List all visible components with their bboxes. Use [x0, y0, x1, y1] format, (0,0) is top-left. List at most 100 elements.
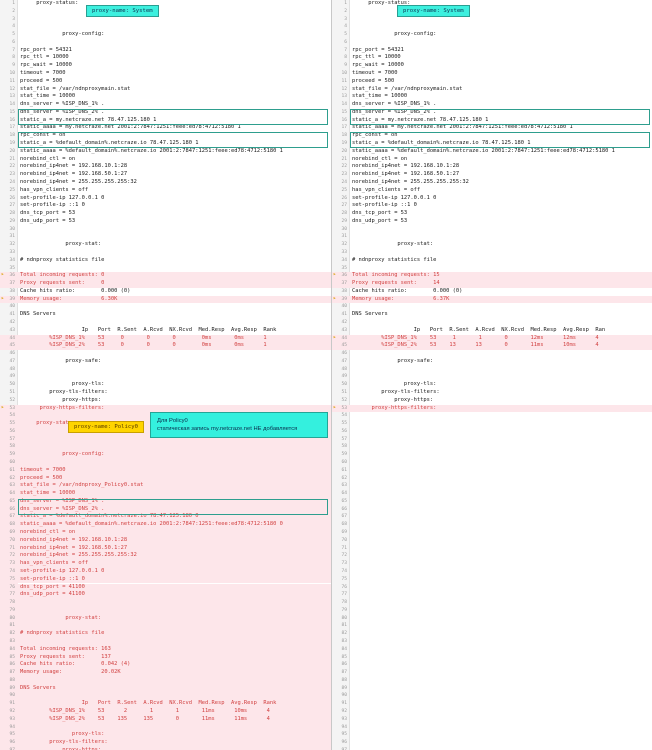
left-code-line: 71 norebind_ip4net = 192.168.50.1:27 — [0, 544, 331, 553]
line-number: 71 — [0, 544, 18, 553]
line-number: 81 — [341, 623, 347, 629]
right-code-line: 86 — [332, 661, 652, 669]
line-number: 59 — [341, 452, 347, 458]
right-code-line: 79 — [332, 607, 652, 615]
line-text: norebind_ip4net = 192.168.50.1:27 — [20, 171, 128, 178]
line-text: norebind_ctl = on — [352, 155, 408, 162]
left-code-line: 58 — [0, 443, 331, 452]
line-number: 25 — [9, 187, 15, 193]
left-code-line: 2 — [0, 8, 331, 16]
line-number: 40 — [341, 304, 347, 310]
line-number: 21 — [9, 156, 15, 162]
annotation-note-line1: Для Policy0 — [157, 418, 188, 424]
diff-marker-icon[interactable]: ➤ — [1, 296, 7, 302]
right-code-line: 28 dns_tcp_port = 53 — [332, 210, 652, 218]
line-text: set-profile-ip ::1 0 — [352, 202, 417, 209]
line-number: 90 — [0, 692, 18, 701]
left-code-line: 48 — [0, 366, 331, 374]
right-code-line: 3 — [332, 16, 652, 24]
left-code-line: 3 — [0, 16, 331, 24]
diff-marker-icon[interactable]: ➤ — [333, 296, 339, 302]
line-number: 93 — [0, 715, 18, 724]
line-text: set-profile-ip 127.0.0.1 0 — [20, 567, 105, 574]
left-code-line: 61 timeout = 7000 — [0, 466, 331, 475]
line-number: 68 — [341, 522, 347, 528]
line-number: 62 — [341, 475, 347, 481]
left-code-line: 20 static_aaaa = %default_domain%.netcraz… — [0, 148, 331, 156]
right-code-line: 8 rpc_ttl = 10000 — [332, 54, 652, 62]
line-number: 52 — [341, 397, 347, 403]
line-text: proxy-config: — [20, 451, 105, 458]
left-code-line: 44 %ISP_DNS_1% 53 0 0 0 0ms 0ms 1 — [0, 334, 331, 343]
line-number: 38 — [341, 288, 347, 294]
right-code-line: 5 proxy-config: — [332, 31, 652, 39]
left-code-line: 95 proxy-tls: — [0, 731, 331, 740]
right-code-line: 89 — [332, 685, 652, 693]
line-number: 61 — [341, 467, 347, 473]
line-number: 55 — [341, 421, 347, 427]
diff-marker-icon[interactable]: ➤ — [333, 273, 339, 278]
line-text: Proxy requests sent: 137 — [20, 653, 111, 660]
line-number: 58 — [341, 444, 347, 450]
line-text: norebind_ip4net = 255.255.255.255:32 — [352, 178, 469, 185]
line-text: Proxy requests sent: 0 — [20, 280, 105, 287]
line-number: 70 — [0, 536, 18, 545]
left-code-line: 41 DNS Servers — [0, 311, 331, 319]
line-text: Memory usage: 20.02K — [20, 669, 121, 676]
right-code-line: 23 norebind_ip4net = 192.168.50.1:27 — [332, 171, 652, 179]
line-text: dns_udp_port = 53 — [352, 217, 408, 224]
line-number: 75 — [0, 575, 18, 584]
line-text: norebind_ctl = on — [20, 155, 76, 162]
line-text: Total incoming requests: 15 — [352, 272, 440, 279]
line-text: proxy-tls: — [20, 731, 105, 738]
left-code-line: 70 norebind_ip4net = 192.168.10.1:28 — [0, 536, 331, 545]
line-number: 38 — [9, 288, 15, 294]
line-text: Ip Port R.Sent A.Rcvd NX.Rcvd Med.Resp A… — [20, 700, 277, 707]
left-code-line: 52 proxy-https: — [0, 397, 331, 405]
diff-marker-icon[interactable]: ➤ — [333, 335, 339, 341]
line-text: proxy-https: — [352, 396, 434, 403]
right-code-line: 27 set-profile-ip ::1 0 — [332, 202, 652, 210]
line-number: 94 — [341, 724, 347, 730]
left-code-line: 9 rpc_wait = 10000 — [0, 62, 331, 70]
diff-marker-icon[interactable]: ➤ — [1, 405, 7, 411]
left-code-line: 42 — [0, 319, 331, 327]
line-number: 79 — [341, 607, 347, 613]
diff-marker-icon[interactable]: ➤ — [333, 405, 339, 411]
left-code-line: 82 # ndnproxy statistics file — [0, 630, 331, 638]
right-code-line: 95 — [332, 731, 652, 739]
line-text: proceed = 500 — [20, 77, 63, 84]
line-number: 68 — [0, 521, 18, 530]
line-number: 3 — [344, 16, 347, 22]
line-text: rpc_wait = 10000 — [20, 62, 72, 69]
line-number: 16 — [9, 117, 15, 123]
left-code-line: 85 Proxy requests sent: 137 — [0, 653, 331, 662]
line-number: 15 — [9, 109, 15, 115]
line-text: dns_udp_port = 41100 — [20, 591, 85, 598]
diff-marker-icon[interactable]: ➤ — [1, 273, 7, 278]
line-text: norebind_ip4net = 192.168.50.1:27 — [352, 171, 460, 178]
line-text: has_vpn_clients = off — [20, 186, 89, 193]
line-number: 93 — [341, 716, 347, 722]
left-code-line: 36 ➤ Total incoming requests: 0 — [0, 272, 331, 281]
line-number: 30 — [9, 226, 15, 232]
line-text: dns_tcp_port = 53 — [352, 210, 408, 217]
line-text: rpc_port = 54321 — [352, 46, 404, 53]
line-number: 56 — [341, 428, 347, 434]
diff-pane-right[interactable]: 1 proxy-status: 2 3 4 5 proxy-config: 6 7 rpc_p… — [332, 0, 652, 750]
right-code-line: 55 — [332, 420, 652, 428]
right-code-line: 78 — [332, 599, 652, 607]
line-number: 49 — [9, 374, 15, 380]
right-code-line: 93 — [332, 716, 652, 724]
line-number: 7 — [344, 47, 347, 53]
line-number: 72 — [341, 553, 347, 559]
line-text: proxy-https-filters: — [20, 404, 105, 411]
proxy-name-tag-policy: proxy-name: Policy0 — [68, 421, 144, 433]
line-number: 22 — [341, 164, 347, 170]
left-code-line: 72 norebind_ip4net = 255.255.255.255:32 — [0, 552, 331, 561]
line-number: 54 — [341, 413, 347, 419]
diff-pane-left[interactable]: 1 proxy-status: 2 3 4 5 proxy-config: 6 7 rpc_p… — [0, 0, 331, 750]
line-number: 45 — [332, 342, 350, 351]
right-code-line: 32 proxy-stat: — [332, 241, 652, 249]
line-number: 63 — [0, 482, 18, 491]
